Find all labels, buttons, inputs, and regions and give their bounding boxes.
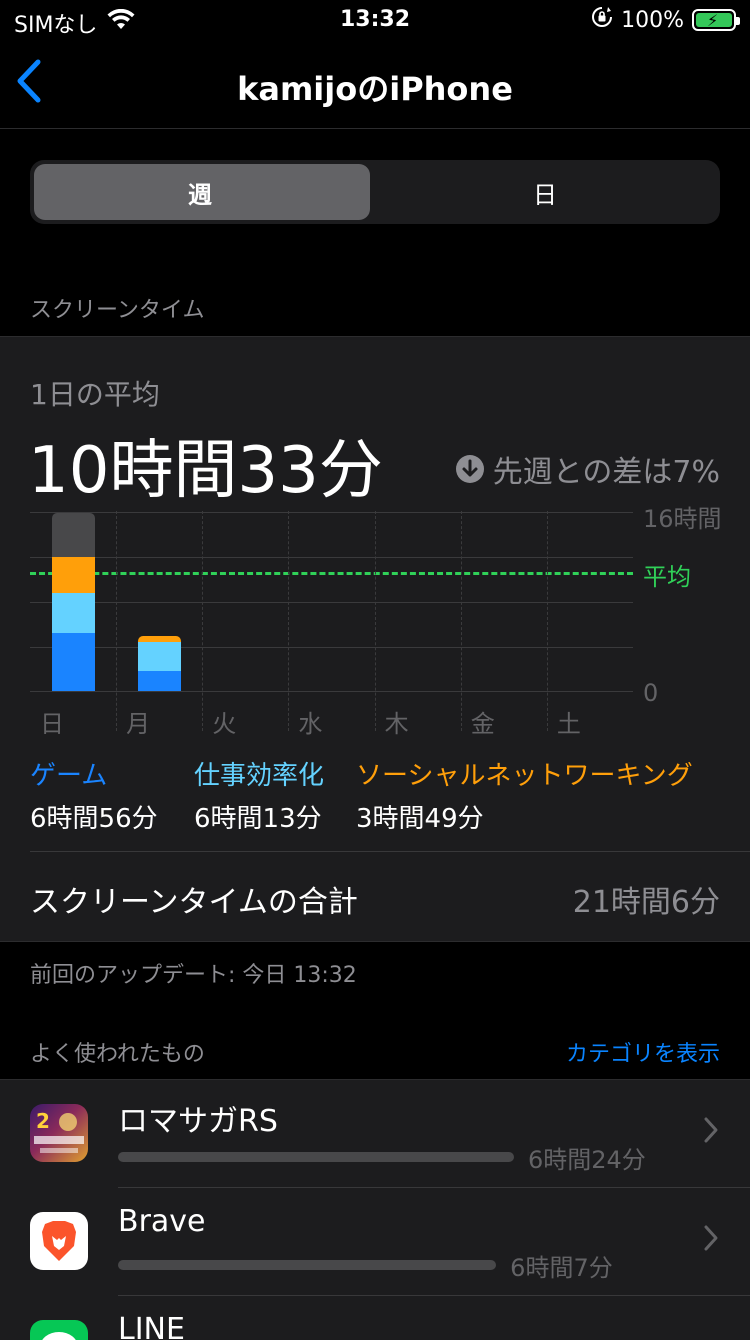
battery-icon: ⚡ (692, 9, 740, 31)
category-label: 仕事効率化 (194, 761, 325, 791)
chart-gridline (30, 557, 633, 558)
week-comparison-text: 先週との差は7% (492, 455, 720, 490)
average-label: 平均 (643, 562, 691, 591)
daily-average-value: 10時間33分 (28, 434, 383, 508)
chevron-right-icon (702, 1114, 720, 1154)
x-axis-label: 土 (556, 710, 581, 738)
app-row-line[interactable]: LINE (0, 1296, 750, 1340)
daily-average-label: 1日の平均 (30, 378, 160, 411)
segment-week-label: 週 (188, 181, 212, 209)
show-categories-link[interactable]: カテゴリを表示 (566, 1036, 720, 1068)
chart-column-divider (288, 511, 290, 731)
category-label: ゲーム (30, 761, 108, 791)
app-name: ロマサガRS (118, 1104, 278, 1139)
x-axis-label: 月 (126, 710, 151, 738)
segment-day[interactable]: 日 (375, 175, 715, 210)
status-bar: SIMなし 13:32 100% ⚡ (0, 0, 750, 40)
chart-bar-segment (52, 592, 95, 633)
app-usage-time: 6時間7分 (510, 1254, 613, 1282)
card-divider (30, 851, 750, 852)
section-header-most-used: よく使われたもの (30, 1042, 205, 1067)
category-productivity: 仕事効率化 6時間13分 (194, 755, 324, 835)
category-value: 6時間56分 (30, 804, 158, 834)
chart-bar-segment (138, 671, 182, 691)
status-right: 100% ⚡ (591, 6, 740, 34)
chevron-right-icon (702, 1222, 720, 1262)
battery-percent: 100% (621, 7, 684, 33)
total-value: 21時間6分 (572, 885, 720, 920)
romasaga-app-icon: 2 (30, 1104, 88, 1162)
line-app-icon (30, 1320, 88, 1340)
category-value: 3時間49分 (356, 804, 484, 834)
most-used-app-list: 2 ロマサガRS 6時間24分 Brave 6時間7分 LINE (0, 1079, 750, 1340)
usage-bar (118, 1260, 497, 1270)
x-axis-label: 水 (298, 710, 323, 738)
x-axis-label: 火 (212, 710, 237, 738)
period-segmented-control: 週 日 (30, 160, 720, 224)
x-axis-label: 木 (384, 710, 409, 738)
section-header-screen-time: スクリーンタイム (30, 298, 205, 323)
chart-column-divider (460, 511, 462, 731)
chart-column-divider (202, 511, 204, 731)
x-axis-label: 日 (40, 710, 64, 738)
chart-bar-segment (52, 513, 95, 557)
navigation-bar: kamijoのiPhone (0, 40, 750, 129)
usage-bar (118, 1152, 514, 1162)
chart-column-divider (546, 511, 548, 731)
app-row-brave[interactable]: Brave 6時間7分 (0, 1188, 750, 1296)
chart-gridline (30, 647, 633, 648)
app-name: LINE (118, 1312, 185, 1340)
screen-time-card[interactable]: 1日の平均 10時間33分 先週との差は7% 16時間 0 平均 日 月 火 水 木 金 土… (0, 336, 750, 942)
x-axis-label: 金 (470, 710, 495, 738)
app-row-romasaga[interactable]: 2 ロマサガRS 6時間24分 (0, 1080, 750, 1188)
y-axis-max-label: 16時間 (643, 505, 722, 533)
category-value: 6時間13分 (194, 804, 322, 834)
usage-bar-chart: 16時間 0 平均 日 月 火 水 木 金 土 (30, 505, 730, 738)
chart-bar-segment (138, 635, 182, 643)
last-update-text: 前回のアップデート: 今日 13:32 (30, 963, 357, 988)
chart-bar-segment (52, 632, 95, 691)
chart-baseline (30, 691, 633, 692)
chart-gridline (30, 512, 633, 513)
chart-column-divider (374, 511, 376, 731)
app-name: Brave (118, 1204, 206, 1239)
chart-gridline (30, 602, 633, 603)
week-comparison: 先週との差は7% (455, 447, 720, 491)
y-axis-min-label: 0 (643, 679, 659, 707)
svg-text:2: 2 (36, 1109, 50, 1133)
app-usage-time: 6時間24分 (528, 1146, 646, 1174)
orientation-lock-icon (591, 6, 613, 34)
chart-bar-segment (52, 556, 95, 593)
category-label: ソーシャルネットワーキング (356, 761, 693, 791)
chart-bar-segment (138, 642, 182, 672)
category-games: ゲーム 6時間56分 (30, 755, 158, 835)
average-line (30, 571, 633, 575)
brave-app-icon (30, 1212, 88, 1270)
arrow-down-circle-icon (455, 455, 484, 483)
chart-column-divider (116, 511, 118, 731)
page-title: kamijoのiPhone (237, 70, 513, 108)
category-social: ソーシャルネットワーキング 3時間49分 (356, 755, 693, 835)
total-label: スクリーンタイムの合計 (30, 885, 358, 920)
